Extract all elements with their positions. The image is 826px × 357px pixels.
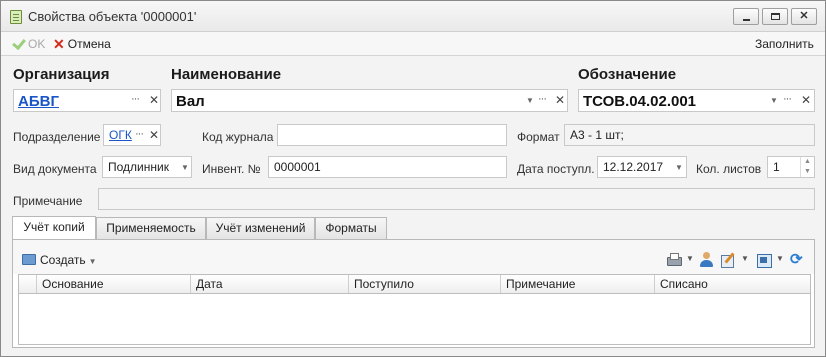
tab-copies[interactable]: Учёт копий: [12, 216, 96, 239]
format-field: А3 - 1 шт;: [564, 124, 815, 146]
column-header[interactable]: Примечание: [501, 275, 655, 293]
grid-toolbar: Создать ▼ ▼ ▼ ▼ ⟳: [13, 240, 814, 274]
view-icon[interactable]: [756, 252, 772, 268]
organization-heading: Организация: [13, 66, 110, 83]
close-icon: ✕: [53, 36, 65, 52]
tab-applicability[interactable]: Применяемость: [96, 217, 206, 239]
browse-icon[interactable]: ···: [783, 93, 792, 105]
designation-heading: Обозначение: [578, 66, 677, 83]
checkmark-icon: [11, 39, 25, 49]
column-header[interactable]: Дата: [191, 275, 349, 293]
format-value: А3 - 1 шт;: [570, 128, 624, 142]
organization-field[interactable]: АБВГ ··· ✕: [13, 89, 161, 112]
clear-icon[interactable]: ✕: [801, 93, 811, 107]
journal-code-input[interactable]: [277, 124, 507, 146]
doc-type-select[interactable]: Подлинник ▼: [102, 156, 192, 178]
column-header[interactable]: Поступило: [349, 275, 501, 293]
close-window-button[interactable]: ✕: [791, 8, 817, 25]
minimize-icon: [743, 19, 750, 21]
column-header[interactable]: Списано: [655, 275, 810, 293]
minimize-button[interactable]: [733, 8, 759, 25]
chevron-down-icon[interactable]: ▼: [686, 254, 694, 263]
column-header[interactable]: Основание: [37, 275, 191, 293]
maximize-icon: [771, 13, 780, 20]
row-indicator-column: [19, 275, 37, 293]
organization-link[interactable]: АБВГ: [18, 93, 59, 110]
properties-window: Свойства объекта '0000001' ✕ OK ✕ Отмена …: [0, 0, 826, 357]
clear-icon[interactable]: ✕: [555, 93, 565, 107]
browse-icon[interactable]: ···: [135, 128, 144, 140]
designation-value: ТСОВ.04.02.001: [583, 93, 697, 110]
window-title: Свойства объекта '0000001': [28, 9, 197, 24]
chevron-down-icon[interactable]: ▼: [776, 254, 784, 263]
browse-icon[interactable]: ···: [538, 93, 547, 105]
chevron-down-icon: ▼: [88, 257, 97, 266]
grid-header: Основание Дата Поступило Примечание Спис…: [18, 274, 811, 294]
received-date-picker[interactable]: 12.12.2017 ▼: [597, 156, 687, 178]
browse-icon[interactable]: ···: [131, 93, 140, 105]
document-icon: [10, 10, 22, 24]
toolbar: OK ✕ Отмена Заполнить: [1, 32, 825, 56]
clear-icon[interactable]: ✕: [149, 93, 159, 107]
copies-panel: Создать ▼ ▼ ▼ ▼ ⟳ Основание Дата Поступил…: [12, 239, 815, 348]
edit-icon[interactable]: [720, 252, 736, 268]
chevron-down-icon[interactable]: ▼: [770, 96, 778, 105]
spin-arrows-icon[interactable]: ▲ ▼: [800, 157, 814, 177]
maximize-button[interactable]: [762, 8, 788, 25]
create-label: Создать: [40, 253, 86, 267]
inventory-input[interactable]: 0000001: [268, 156, 507, 178]
inventory-value: 0000001: [274, 160, 321, 174]
ok-label: OK: [28, 37, 46, 51]
clear-icon[interactable]: ✕: [149, 128, 159, 142]
ok-button[interactable]: OK: [11, 36, 45, 52]
chevron-down-icon: ▼: [181, 163, 189, 172]
name-value: Вал: [176, 93, 205, 110]
sheet-count-value: 1: [773, 160, 780, 174]
tab-formats[interactable]: Форматы: [315, 217, 387, 239]
refresh-icon[interactable]: ⟳: [790, 252, 806, 267]
doc-type-label: Вид документа: [13, 162, 97, 176]
cancel-button[interactable]: ✕ Отмена: [53, 36, 111, 52]
chevron-down-icon[interactable]: ▼: [741, 254, 749, 263]
sheet-count-label: Кол. листов: [696, 162, 762, 176]
tab-changes[interactable]: Учёт изменений: [206, 217, 315, 239]
format-label: Формат: [517, 130, 560, 144]
title-bar[interactable]: Свойства объекта '0000001' ✕: [1, 1, 825, 32]
grid-body[interactable]: [18, 294, 811, 345]
note-label: Примечание: [13, 194, 83, 208]
chevron-down-icon[interactable]: ▼: [526, 96, 534, 105]
cancel-label: Отмена: [67, 37, 111, 51]
close-icon: ✕: [799, 10, 809, 22]
doc-type-value: Подлинник: [108, 160, 169, 174]
printer-icon[interactable]: [666, 252, 682, 267]
inventory-label: Инвент. №: [202, 162, 261, 176]
designation-field[interactable]: ТСОВ.04.02.001 ▼ ··· ✕: [578, 89, 815, 112]
name-heading: Наименование: [171, 66, 282, 83]
received-date-label: Дата поступл.: [517, 162, 595, 176]
division-link[interactable]: ОГК: [109, 128, 132, 142]
received-date-value: 12.12.2017: [603, 160, 664, 174]
create-icon: [22, 254, 36, 265]
division-field[interactable]: ОГК ··· ✕: [103, 124, 161, 146]
fill-button[interactable]: Заполнить: [755, 36, 814, 52]
chevron-down-icon[interactable]: ▼: [675, 163, 683, 172]
note-input[interactable]: [98, 188, 815, 210]
user-icon[interactable]: [699, 252, 715, 267]
name-field[interactable]: Вал ▼ ··· ✕: [171, 89, 568, 112]
journal-code-label: Код журнала: [202, 130, 274, 144]
create-button[interactable]: Создать ▼: [22, 253, 97, 267]
sheet-count-stepper[interactable]: 1 ▲ ▼: [767, 156, 815, 178]
division-label: Подразделение: [13, 130, 101, 144]
